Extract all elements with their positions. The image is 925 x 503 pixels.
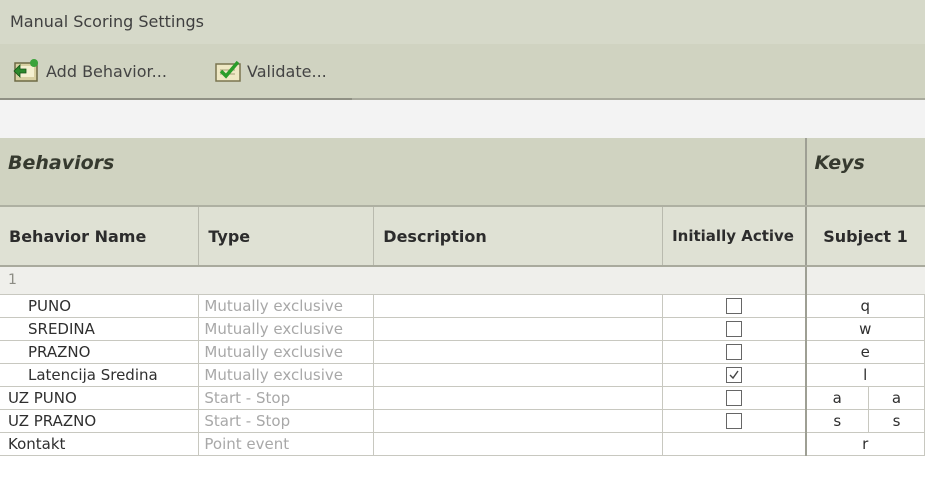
add-behavior-button[interactable]: Add Behavior... [12,54,167,88]
key-cell[interactable]: l [804,363,925,387]
behavior-type[interactable]: Start - Stop [198,409,375,433]
behavior-name[interactable]: UZ PUNO [0,386,200,410]
behavior-name[interactable]: Kontakt [0,432,200,456]
key-cell[interactable]: r [804,432,925,456]
behavior-description[interactable] [373,363,664,387]
table-row[interactable]: SREDINA Mutually exclusive w [0,317,925,341]
validate-icon [213,57,243,85]
table-row[interactable]: PRAZNO Mutually exclusive e [0,340,925,364]
behavior-description[interactable] [373,409,664,433]
start-key-cell[interactable]: a [804,386,869,410]
initially-active-cell [662,340,807,364]
toolbar: Add Behavior... Validate... [0,44,925,100]
validate-button[interactable]: Validate... [213,54,327,88]
column-header-name[interactable]: Behavior Name [0,206,200,267]
behavior-description[interactable] [373,317,664,341]
column-header-initially-active[interactable]: Initially Active [662,206,807,267]
behavior-description[interactable] [373,294,664,318]
behavior-type[interactable]: Mutually exclusive [198,317,375,341]
initially-active-checkbox-checked[interactable] [725,367,742,383]
initially-active-checkbox[interactable] [725,321,742,337]
initially-active-cell [662,386,807,410]
initially-active-checkbox[interactable] [725,413,742,429]
start-key-cell[interactable]: s [804,409,869,433]
table-row[interactable]: PUNO Mutually exclusive q [0,294,925,318]
group-label: 1 [0,266,806,295]
behaviors-table: Behaviors Keys Behavior Name Type Descri… [0,138,925,456]
group-row[interactable]: 1 [0,266,925,295]
initially-active-cell [662,294,807,318]
check-icon [729,370,739,380]
behavior-description[interactable] [373,386,664,410]
behavior-name[interactable]: Latencija Sredina [0,363,200,387]
behavior-type[interactable]: Mutually exclusive [198,294,375,318]
initially-active-cell [662,317,807,341]
validate-label: Validate... [247,61,327,81]
behavior-description[interactable] [373,340,664,364]
initially-active-checkbox[interactable] [725,298,742,314]
table-row[interactable]: UZ PUNO Start - Stop a a [0,386,925,410]
spacer-bar [0,100,925,138]
behavior-name[interactable]: UZ PRAZNO [0,409,200,433]
add-behavior-icon [12,57,42,85]
behavior-name[interactable]: SREDINA [0,317,200,341]
behaviors-section-title: Behaviors [0,138,806,207]
behavior-type[interactable]: Point event [198,432,375,456]
stop-key-cell[interactable]: s [867,409,925,433]
group-key-cell [804,266,925,295]
table-row[interactable]: Latencija Sredina Mutually exclusive l [0,363,925,387]
behavior-type[interactable]: Mutually exclusive [198,340,375,364]
key-cell[interactable]: q [804,294,925,318]
column-header-description[interactable]: Description [373,206,664,267]
key-cell[interactable]: w [804,317,925,341]
key-cell[interactable]: e [804,340,925,364]
column-header-type[interactable]: Type [198,206,375,267]
behavior-name[interactable]: PUNO [0,294,200,318]
table-row[interactable]: Kontakt Point event r [0,432,925,456]
initially-active-checkbox[interactable] [725,390,742,406]
behavior-name[interactable]: PRAZNO [0,340,200,364]
column-header-subject-1[interactable]: Subject 1 [804,206,925,267]
initially-active-cell [662,363,807,387]
add-behavior-label: Add Behavior... [46,61,167,81]
table-row[interactable]: UZ PRAZNO Start - Stop s s [0,409,925,433]
initially-active-cell [662,409,807,433]
behavior-description[interactable] [373,432,664,456]
initially-active-checkbox[interactable] [725,344,742,360]
window-title: Manual Scoring Settings [0,0,925,44]
behavior-type[interactable]: Mutually exclusive [198,363,375,387]
initially-active-cell [662,432,807,456]
keys-section-title: Keys [804,138,925,207]
behavior-type[interactable]: Start - Stop [198,386,375,410]
stop-key-cell[interactable]: a [867,386,925,410]
